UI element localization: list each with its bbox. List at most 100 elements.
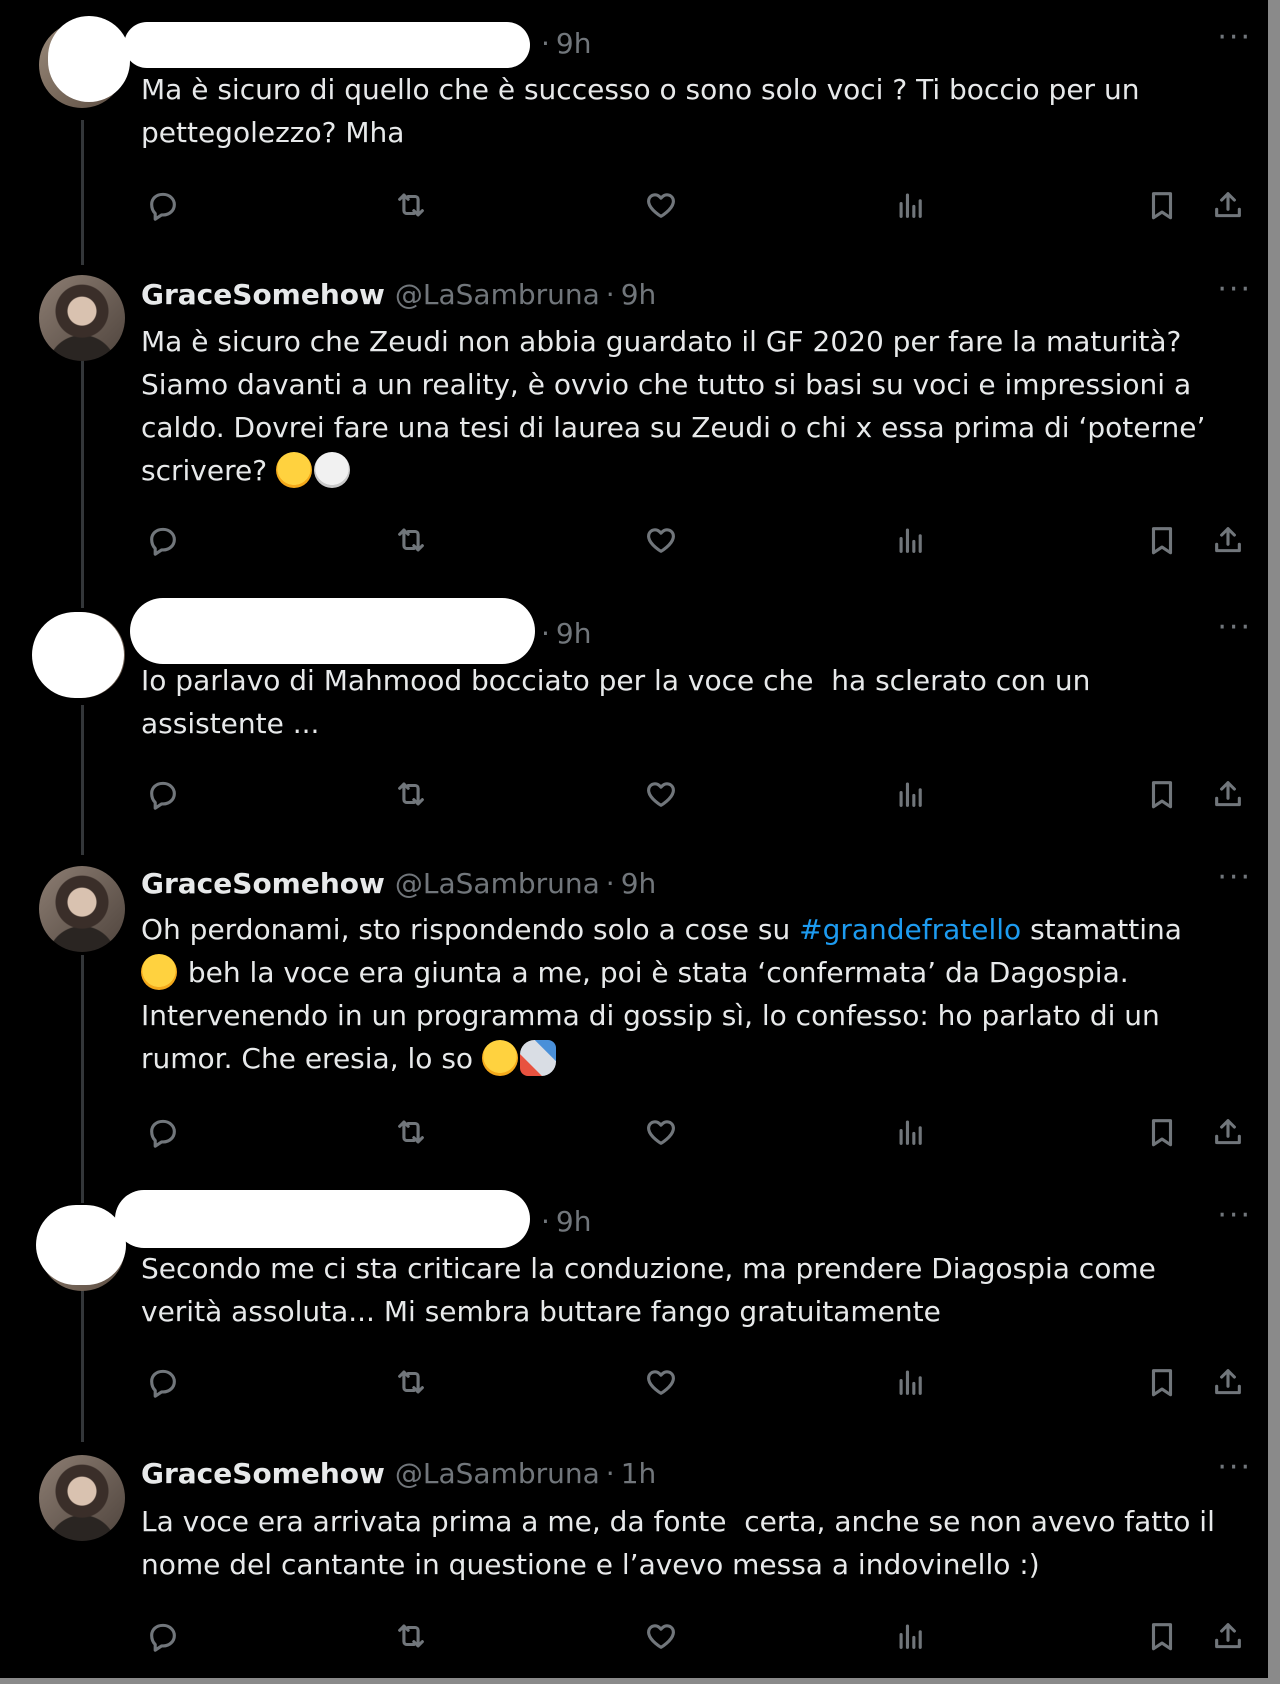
views-icon[interactable] — [891, 1362, 931, 1402]
skull-icon — [313, 452, 350, 488]
reply-icon[interactable] — [143, 185, 183, 225]
header-separator: · — [605, 277, 615, 311]
thread-connector — [81, 360, 84, 608]
more-options-icon[interactable]: ··· — [1217, 23, 1252, 53]
more-options-icon[interactable]: ··· — [1217, 275, 1252, 305]
like-icon[interactable] — [641, 1112, 681, 1152]
avatar[interactable] — [39, 1455, 125, 1541]
reply-icon[interactable] — [143, 1616, 183, 1656]
reply-icon[interactable] — [143, 1362, 183, 1402]
tweet-text-content: rumor. Che eresia, lo so — [141, 1042, 482, 1075]
author-handle[interactable]: @LaSambruna — [395, 278, 600, 311]
like-icon[interactable] — [641, 520, 681, 560]
more-options-icon[interactable]: ··· — [1217, 863, 1252, 893]
author-name[interactable]: GraceSomehow — [141, 1457, 385, 1490]
tweet-actions — [0, 520, 1268, 560]
tweet-text-content: Intervenendo in un programma di gossip s… — [141, 999, 1160, 1032]
share-icon[interactable] — [1208, 520, 1248, 560]
header-separator: · — [605, 866, 615, 900]
bookmark-icon[interactable] — [1142, 774, 1182, 814]
like-icon[interactable] — [641, 1616, 681, 1656]
like-icon[interactable] — [641, 774, 681, 814]
bookmark-icon[interactable] — [1142, 520, 1182, 560]
tweet-header: · 9h — [535, 616, 591, 650]
tweet-header: GraceSomehow @LaSambruna · 9h — [141, 866, 656, 900]
author-handle[interactable]: @LaSambruna — [395, 867, 600, 900]
avatar[interactable] — [39, 866, 125, 952]
share-icon[interactable] — [1208, 774, 1248, 814]
thread-connector — [81, 955, 84, 1203]
views-icon[interactable] — [891, 185, 931, 225]
author-handle[interactable]: @LaSambruna — [395, 1457, 600, 1490]
window-frame — [0, 0, 1280, 1684]
views-icon[interactable] — [891, 774, 931, 814]
retweet-icon[interactable] — [391, 1362, 431, 1402]
header-separator: · — [541, 616, 550, 650]
avatar[interactable] — [39, 275, 125, 361]
like-icon[interactable] — [641, 1362, 681, 1402]
author-name[interactable]: GraceSomehow — [141, 278, 385, 311]
header-separator: · — [541, 1204, 550, 1238]
tweet-text-content: Oh perdonami, sto rispondendo solo a cos… — [141, 913, 800, 946]
tweet-text: Secondo me ci sta criticare la conduzion… — [141, 1252, 1156, 1328]
tweet-text: Ma è sicuro che Zeudi non abbia guardato… — [141, 320, 1241, 492]
tweet-header: · 9h — [535, 26, 591, 60]
redaction-blob — [124, 22, 530, 68]
more-options-icon[interactable]: ··· — [1217, 1201, 1252, 1231]
tweet-time[interactable]: 9h — [621, 278, 657, 311]
retweet-icon[interactable] — [391, 185, 431, 225]
redaction-blob — [115, 1190, 530, 1248]
views-icon[interactable] — [891, 1112, 931, 1152]
share-icon[interactable] — [1208, 185, 1248, 225]
tweet-time[interactable]: 9h — [556, 617, 592, 650]
views-icon[interactable] — [891, 1616, 931, 1656]
retweet-icon[interactable] — [391, 774, 431, 814]
tweet-header: GraceSomehow @LaSambruna · 1h — [141, 1456, 656, 1490]
grinning-sweat-icon — [141, 954, 177, 990]
bookmark-icon[interactable] — [1142, 185, 1182, 225]
retweet-icon[interactable] — [391, 1112, 431, 1152]
header-separator: · — [605, 1456, 615, 1490]
tweet-text: Oh perdonami, sto rispondendo solo a cos… — [141, 908, 1241, 1080]
tweet-text: Ma è sicuro di quello che è successo o s… — [141, 73, 1140, 149]
more-options-icon[interactable]: ··· — [1217, 613, 1252, 643]
tweet-actions — [0, 1362, 1268, 1402]
retweet-icon[interactable] — [391, 1616, 431, 1656]
retweet-icon[interactable] — [391, 520, 431, 560]
redaction-blob — [36, 1205, 126, 1285]
header-separator: · — [541, 26, 550, 60]
bookmark-icon[interactable] — [1142, 1362, 1182, 1402]
rolling-on-floor-laughing-icon — [481, 1040, 518, 1076]
share-icon[interactable] — [1208, 1616, 1248, 1656]
bookmark-icon[interactable] — [1142, 1112, 1182, 1152]
bookmark-icon[interactable] — [1142, 1616, 1182, 1656]
tweet-text: La voce era arrivata prima a me, da font… — [141, 1505, 1215, 1581]
share-icon[interactable] — [1208, 1112, 1248, 1152]
tweet-actions — [0, 774, 1268, 814]
tweet-text-content: stamattina — [1021, 913, 1182, 946]
like-icon[interactable] — [641, 185, 681, 225]
more-options-icon[interactable]: ··· — [1217, 1453, 1252, 1483]
hashtag-link[interactable]: #grandefratello — [799, 913, 1021, 946]
tweet-actions — [0, 185, 1268, 225]
rolling-on-floor-laughing-icon — [275, 452, 312, 488]
reply-icon[interactable] — [143, 774, 183, 814]
tweet-actions — [0, 1616, 1268, 1656]
tweet-time[interactable]: 1h — [621, 1457, 657, 1490]
views-icon[interactable] — [891, 520, 931, 560]
tweet-time[interactable]: 9h — [556, 27, 592, 60]
reply-icon[interactable] — [143, 520, 183, 560]
tweet-header: · 9h — [535, 1204, 591, 1238]
tweet-time[interactable]: 9h — [556, 1205, 592, 1238]
reply-icon[interactable] — [143, 1112, 183, 1152]
redaction-blob — [48, 16, 130, 102]
author-name[interactable]: GraceSomehow — [141, 867, 385, 900]
tweet-text: Io parlavo di Mahmood bocciato per la vo… — [141, 664, 1091, 740]
share-icon[interactable] — [1208, 1362, 1248, 1402]
rocket-icon — [519, 1040, 556, 1076]
redaction-blob — [130, 598, 535, 664]
tweet-actions — [0, 1112, 1268, 1152]
tweet-time[interactable]: 9h — [621, 867, 657, 900]
redaction-blob — [32, 612, 124, 698]
tweet-header: GraceSomehow @LaSambruna · 9h — [141, 277, 656, 311]
